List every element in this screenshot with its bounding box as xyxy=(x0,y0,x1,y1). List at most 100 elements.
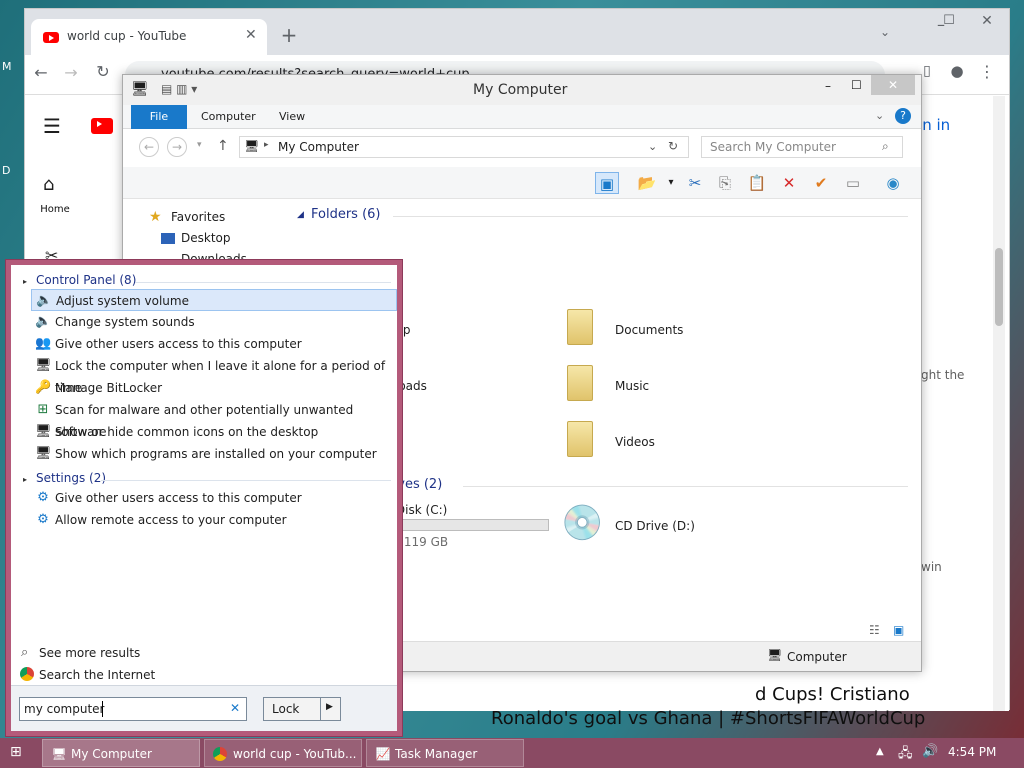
monitor-icon: 🖥 xyxy=(35,358,52,373)
folder-music[interactable]: Music xyxy=(615,379,649,393)
collapse-icon[interactable]: ◢ xyxy=(297,210,304,220)
folder-documents[interactable]: Documents xyxy=(615,323,683,337)
search-icon[interactable]: ⌕ xyxy=(882,139,889,154)
desktop-icon-label: M xyxy=(2,60,12,73)
chevron-down-icon[interactable]: ⌄ xyxy=(873,25,897,39)
taskbar: ⊞ 🖥 My Computer world cup - YouTub... 📈 … xyxy=(0,738,1024,768)
expand-icon[interactable]: ▸ xyxy=(23,475,27,484)
taskbar-item-chrome[interactable]: world cup - YouTub... xyxy=(204,739,362,767)
email-icon[interactable]: ▭ xyxy=(841,172,865,194)
menu-dots-icon[interactable]: ⋮ xyxy=(975,62,999,81)
chrome-tab-youtube[interactable]: world cup - YouTube ✕ xyxy=(31,19,267,55)
network-icon[interactable]: 🖧 xyxy=(898,744,913,766)
maximize-icon[interactable]: ☐ xyxy=(851,78,862,92)
profile-icon[interactable]: ● xyxy=(945,62,969,80)
video-title[interactable]: Ronaldo's goal vs Ghana | #ShortsFIFAWor… xyxy=(491,708,925,729)
preview-pane-icon[interactable]: ▣ xyxy=(595,172,619,194)
start-search-input[interactable]: my computer ✕ xyxy=(19,697,247,721)
explorer-titlebar[interactable]: 🖥 ▤ ▥ ▾ My Computer – ☐ ✕ xyxy=(123,75,921,105)
result-label: Adjust system volume xyxy=(56,294,189,308)
chevron-right-icon[interactable]: ▶ xyxy=(326,702,333,712)
network-icon[interactable]: ◉ xyxy=(881,172,905,194)
youtube-icon xyxy=(43,32,59,43)
key-icon: 🔑 xyxy=(35,380,52,395)
category-control-panel[interactable]: Control Panel (8) xyxy=(36,273,136,287)
speaker-icon: 🔈 xyxy=(36,293,53,308)
windows-start-icon[interactable]: ⊞ xyxy=(10,744,26,760)
tab-view[interactable]: View xyxy=(267,105,317,129)
folder-videos[interactable]: Videos xyxy=(615,435,655,449)
result-label: Allow remote access to your computer xyxy=(55,513,287,527)
tab-computer[interactable]: Computer xyxy=(189,105,268,129)
home-icon[interactable]: ⌂ xyxy=(43,174,54,195)
paste-icon[interactable]: 📋 xyxy=(745,172,769,194)
volume-icon[interactable]: 🔊 xyxy=(922,744,938,759)
search-internet-link[interactable]: Search the Internet xyxy=(39,668,155,682)
ribbon-tabs: File Computer View ⌄ ? xyxy=(123,105,921,129)
scrollbar[interactable] xyxy=(993,96,1005,711)
properties-icon[interactable]: 📂 xyxy=(635,172,659,194)
category-settings[interactable]: Settings (2) xyxy=(36,471,106,485)
tab-file[interactable]: File xyxy=(131,105,187,129)
address-box[interactable]: 🖥 ▸ My Computer ⌄ ↻ xyxy=(239,136,689,158)
nav-item-desktop[interactable]: Desktop xyxy=(181,231,231,245)
reload-icon[interactable]: ↻ xyxy=(91,62,115,81)
close-tab-icon[interactable]: ✕ xyxy=(245,27,257,43)
breadcrumb[interactable]: My Computer xyxy=(278,140,359,154)
up-icon[interactable]: ↑ xyxy=(217,138,229,154)
forward-icon[interactable]: → xyxy=(59,63,83,82)
close-button[interactable]: ✕ xyxy=(871,75,915,95)
result-change-sounds[interactable]: 🔈 Change system sounds xyxy=(31,311,397,333)
lock-button[interactable]: Lock ▶ xyxy=(263,697,341,721)
task-manager-icon: 📈 xyxy=(375,747,391,761)
close-icon[interactable]: ✕ xyxy=(975,13,999,29)
refresh-icon[interactable]: ↻ xyxy=(668,139,678,153)
rename-icon[interactable]: ✔ xyxy=(809,172,833,194)
video-title[interactable]: d Cups! Cristiano xyxy=(755,684,910,705)
minimize-icon[interactable]: – xyxy=(825,79,831,93)
youtube-logo-icon[interactable] xyxy=(91,118,113,134)
scrollbar-thumb[interactable] xyxy=(995,248,1003,326)
back-icon[interactable]: ← xyxy=(29,63,53,82)
details-view-icon[interactable]: ☷ xyxy=(869,623,880,637)
quick-access-icon[interactable]: ▤ ▥ ▾ xyxy=(161,82,197,96)
see-more-results-link[interactable]: See more results xyxy=(39,646,140,660)
cd-drive-icon: 💿 xyxy=(561,503,604,543)
chevron-down-icon[interactable]: ⌄ xyxy=(875,109,884,122)
maximize-icon[interactable]: ☐ xyxy=(937,13,961,28)
taskbar-item-my-computer[interactable]: 🖥 My Computer xyxy=(42,739,200,767)
result-installed-programs[interactable]: 🖥 Show which programs are installed on y… xyxy=(31,443,397,465)
tray-chevron-icon[interactable]: ▲ xyxy=(876,746,884,757)
result-label: Show or hide common icons on the desktop xyxy=(55,425,319,439)
result-bitlocker[interactable]: 🔑 Manage BitLocker xyxy=(31,377,397,399)
new-tab-icon[interactable]: + xyxy=(277,23,301,47)
hamburger-icon[interactable]: ☰ xyxy=(43,114,61,138)
delete-icon[interactable]: ✕ xyxy=(777,172,801,194)
result-give-access[interactable]: 👥 Give other users access to this comput… xyxy=(31,333,397,355)
clear-search-icon[interactable]: ✕ xyxy=(230,701,240,715)
taskbar-item-task-manager[interactable]: 📈 Task Manager xyxy=(366,739,524,767)
result-scan-malware[interactable]: ⊞ Scan for malware and other potentially… xyxy=(31,399,397,439)
result-settings-give-access[interactable]: ⚙ Give other users access to this comput… xyxy=(31,487,397,509)
large-icons-view-icon[interactable]: ▣ xyxy=(893,623,904,637)
help-icon[interactable]: ? xyxy=(895,108,911,124)
forward-icon[interactable]: → xyxy=(167,137,187,157)
copy-icon[interactable]: ⎘ xyxy=(713,172,737,194)
chevron-down-icon[interactable]: ⌄ xyxy=(648,140,657,153)
result-desktop-icons[interactable]: 🖥 Show or hide common icons on the deskt… xyxy=(31,421,397,443)
search-input[interactable]: Search My Computer ⌕ xyxy=(701,136,903,158)
folders-group-header[interactable]: Folders (6) xyxy=(311,207,381,222)
result-adjust-volume[interactable]: 🔈 Adjust system volume xyxy=(31,289,397,311)
recent-chevron-icon[interactable]: ▾ xyxy=(197,140,202,150)
result-lock-computer[interactable]: 🖥 Lock the computer when I leave it alon… xyxy=(31,355,397,395)
nav-item-favorites[interactable]: Favorites xyxy=(171,210,225,224)
cd-drive-label[interactable]: CD Drive (D:) xyxy=(615,519,695,533)
expand-icon[interactable]: ▸ xyxy=(23,277,27,286)
breadcrumb-chevron-icon[interactable]: ▸ xyxy=(264,140,269,150)
clock[interactable]: 4:54 PM xyxy=(948,745,996,759)
back-icon[interactable]: ← xyxy=(139,137,159,157)
result-remote-access[interactable]: ⚙ Allow remote access to your computer xyxy=(31,509,397,531)
chevron-down-icon[interactable]: ▾ xyxy=(659,172,683,194)
cut-icon[interactable]: ✂ xyxy=(683,172,707,194)
result-label: Give other users access to this computer xyxy=(55,337,302,351)
